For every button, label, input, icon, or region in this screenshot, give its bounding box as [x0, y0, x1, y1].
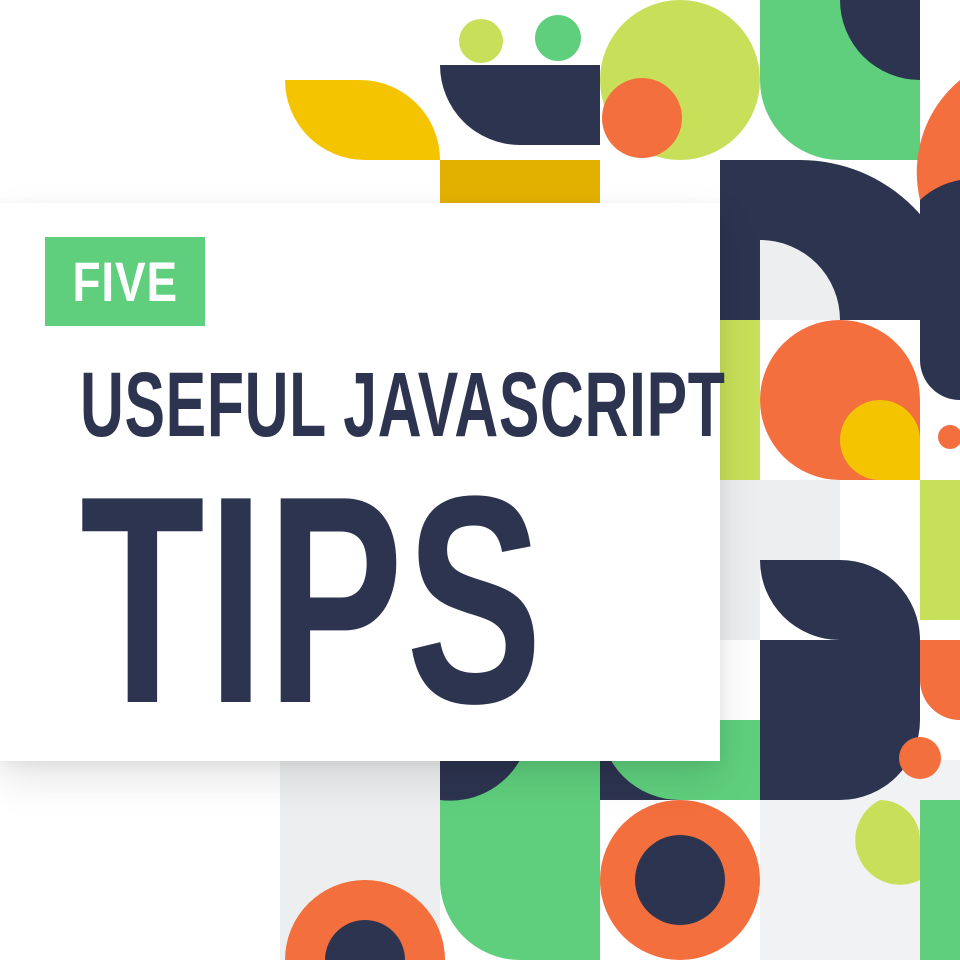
lime-strip	[720, 320, 760, 480]
poster: FIVE USEFUL JAVASCRIPT TIPS	[0, 0, 960, 960]
navy-edge	[920, 180, 960, 320]
headline-title: TIPS	[80, 434, 545, 765]
orange-dot	[899, 737, 941, 779]
count-badge: FIVE	[45, 237, 205, 326]
badge-label: FIVE	[72, 249, 178, 313]
green-strip	[920, 800, 960, 960]
orange-circle	[602, 78, 682, 158]
lime-dot	[459, 19, 503, 63]
yellow-drop	[840, 400, 920, 480]
green-dot	[535, 15, 581, 61]
lime-strip	[920, 480, 960, 620]
yellow-band	[440, 160, 600, 205]
navy-core	[635, 835, 725, 925]
